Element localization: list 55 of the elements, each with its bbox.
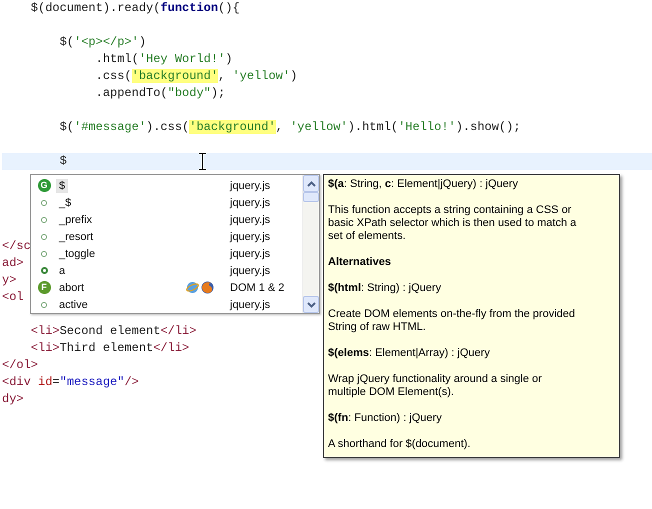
section-heading: Alternatives xyxy=(328,256,392,269)
description-text: A shorthand for $(document). xyxy=(328,438,472,451)
text-cursor-icon xyxy=(199,153,206,170)
completion-item[interactable]: active xyxy=(56,298,91,312)
code-line: </sc xyxy=(2,239,31,253)
code-line: </ol> xyxy=(2,358,38,372)
global-badge-icon: G xyxy=(38,179,50,192)
code-line: $(document).ready(function(){ xyxy=(30,1,240,15)
circle-icon xyxy=(41,302,47,308)
code-line: y> xyxy=(2,273,16,287)
scrollbar[interactable] xyxy=(302,175,319,313)
code-line: <li>Third element</li> xyxy=(30,341,190,355)
code-line: <div id="message"/> xyxy=(2,375,139,389)
scroll-down-icon[interactable] xyxy=(303,296,319,313)
circle-icon xyxy=(40,267,48,274)
source-label: jquery.js xyxy=(230,264,272,276)
function-signature: $(html: String) : jQuery xyxy=(328,282,442,295)
function-badge-icon: F xyxy=(38,281,50,294)
circle-icon xyxy=(41,234,47,240)
description-text: This function accepts a string containing a CSS or basic XPath selector which is then used to match a set of elements. xyxy=(328,204,578,243)
source-label: jquery.js xyxy=(230,214,272,226)
description-text: Create DOM elements on-the-fly from the provided String of raw HTML. xyxy=(328,308,576,334)
code-line: $ xyxy=(58,154,67,168)
code-line: ad> xyxy=(2,256,24,270)
source-label: jquery.js xyxy=(230,196,272,208)
code-line: .appendTo("body"); xyxy=(94,86,226,100)
code-line: .html('Hey World!') xyxy=(94,52,232,66)
function-signature: $(a: String, c: Element|jQuery) : jQuery xyxy=(328,178,519,191)
completion-item[interactable]: _resort xyxy=(56,230,96,244)
code-line: $('#message').css('background', 'yellow').html('Hello!').show(); xyxy=(58,120,521,134)
scroll-thumb[interactable] xyxy=(303,192,319,202)
circle-icon xyxy=(41,216,47,222)
code-line: <ol xyxy=(2,290,24,304)
source-label: jquery.js xyxy=(230,180,272,192)
source-label: jquery.js xyxy=(230,230,272,242)
circle-icon xyxy=(41,200,47,206)
completion-item[interactable]: a xyxy=(56,264,68,278)
globe-e-icon xyxy=(186,281,199,294)
description-text: Wrap jQuery functionality around a single or multiple DOM Element(s). xyxy=(328,373,543,399)
code-line: .css('background', 'yellow') xyxy=(94,69,298,83)
source-label: DOM 1 & 2 xyxy=(230,282,286,294)
completion-item[interactable]: _prefix xyxy=(56,212,96,226)
code-line: $('<p></p>') xyxy=(58,35,146,49)
completion-item[interactable]: _$ xyxy=(56,196,74,210)
scroll-up-icon[interactable] xyxy=(303,175,319,192)
source-label: jquery.js xyxy=(230,248,272,260)
source-label: jquery.js xyxy=(230,298,272,310)
code-line: dy> xyxy=(2,392,24,406)
code-line: <li>Second element</li> xyxy=(30,324,196,338)
function-signature: $(fn: Function) : jQuery xyxy=(328,412,443,425)
circle-icon xyxy=(41,250,47,256)
completion-item[interactable]: $ xyxy=(56,178,68,192)
completion-item[interactable]: _toggle xyxy=(56,246,98,260)
function-signature: $(elems: Element|Array) : jQuery xyxy=(328,347,491,360)
completion-item[interactable]: abort xyxy=(56,280,88,294)
